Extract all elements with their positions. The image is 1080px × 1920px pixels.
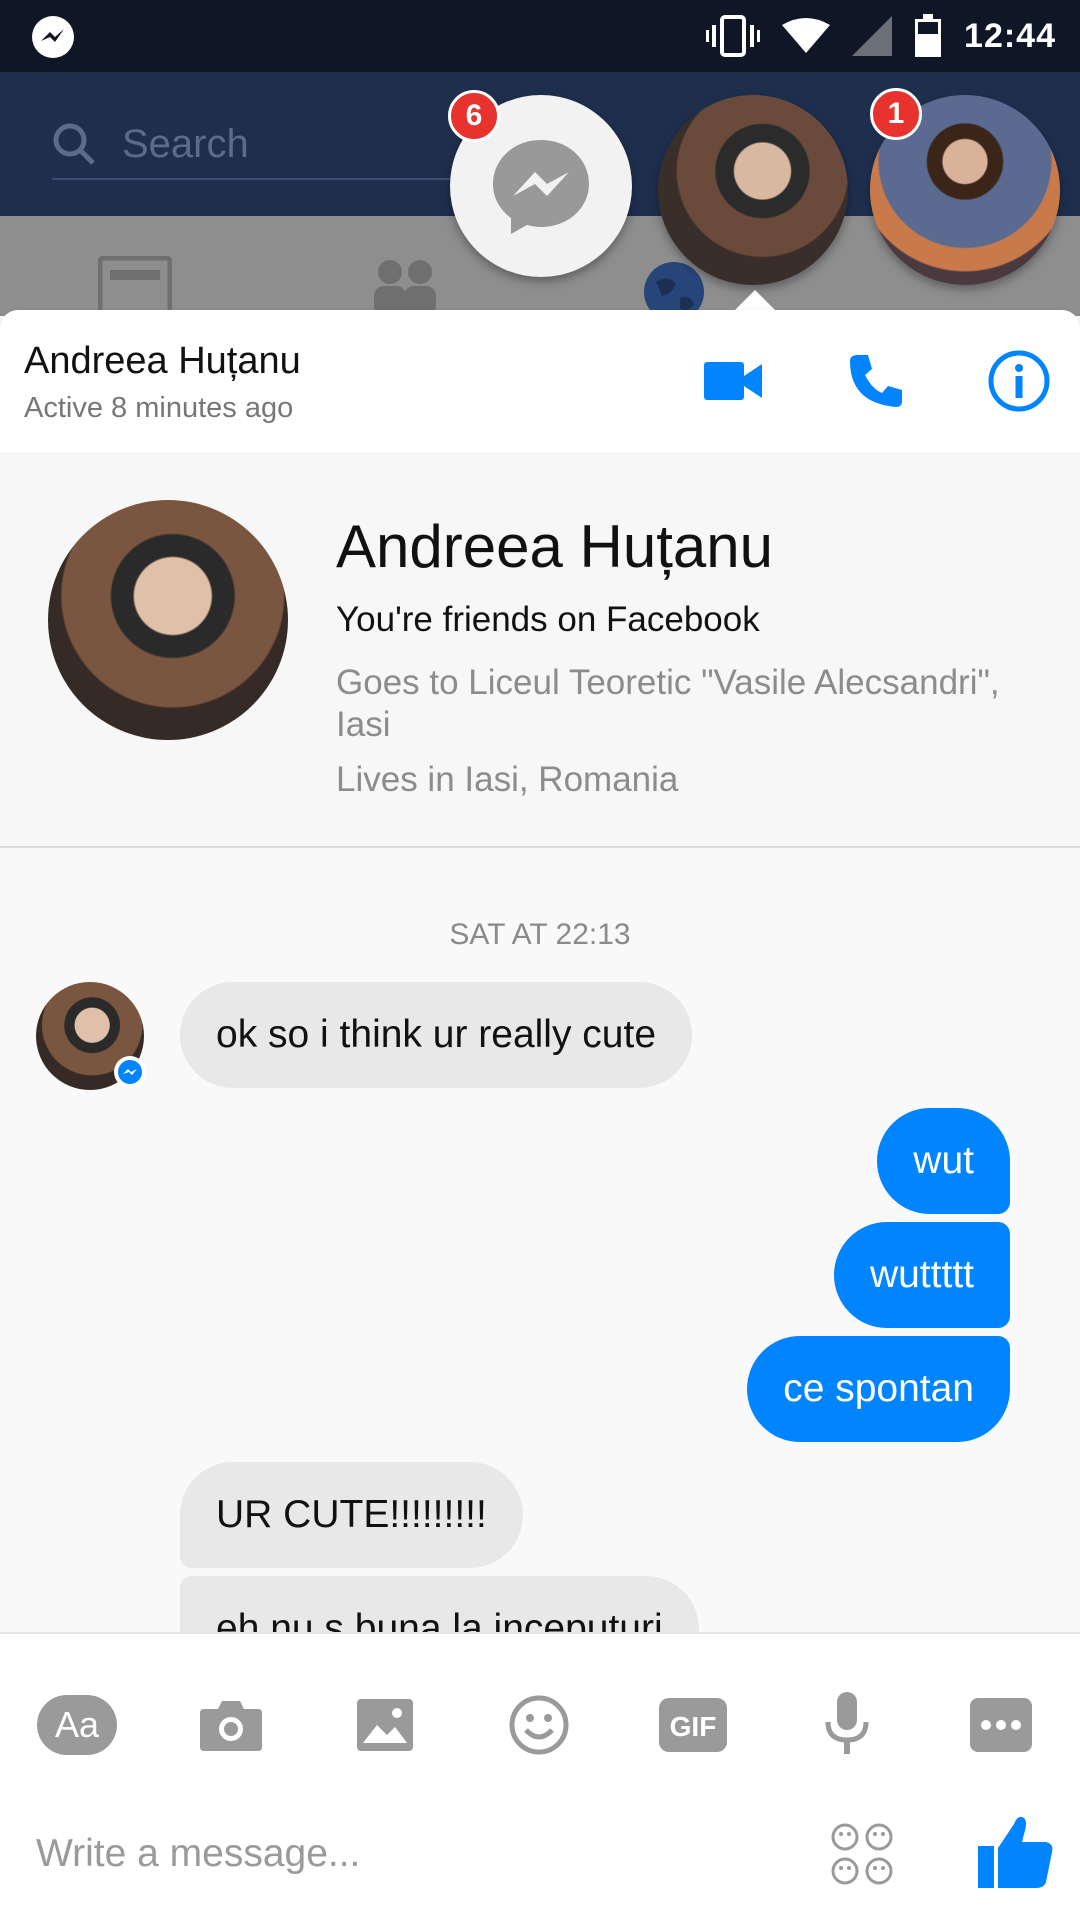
friendship-status: You're friends on Facebook — [336, 600, 760, 639]
message-bubble-outgoing[interactable]: wut — [877, 1108, 1010, 1214]
messenger-notification-icon — [32, 16, 74, 58]
message-composer: Aa GIF — [0, 1632, 1080, 1920]
message-bubble-incoming[interactable]: ok so i think ur really cute — [180, 982, 693, 1088]
video-call-icon[interactable] — [704, 360, 764, 402]
battery-icon — [915, 14, 942, 57]
message-bubble-outgoing[interactable]: wuttttt — [833, 1222, 1010, 1328]
more-options-button[interactable] — [946, 1670, 1056, 1780]
wifi-icon — [782, 18, 831, 53]
text-tool-label: Aa — [55, 1704, 100, 1745]
contact-name[interactable]: Andreea Huțanu — [24, 340, 301, 383]
voice-button[interactable] — [792, 1670, 902, 1780]
status-bar: 12:44 — [0, 0, 1080, 72]
profile-school: Goes to Liceul Teoretic "Vasile Alecsand… — [336, 663, 1000, 744]
clock: 12:44 — [964, 16, 1056, 55]
more-icon — [970, 1698, 1032, 1752]
camera-icon — [200, 1701, 262, 1751]
message-input-row — [36, 1804, 1053, 1904]
text-format-button[interactable]: Aa — [22, 1670, 132, 1780]
vibrate-icon — [706, 15, 761, 57]
active-chat-pointer — [735, 290, 775, 310]
messenger-unread-badge: 6 — [448, 90, 500, 142]
info-icon[interactable] — [988, 350, 1050, 412]
camera-button[interactable] — [176, 1670, 286, 1780]
message-bubble-incoming[interactable]: eh nu s buna la inceputuri — [180, 1576, 699, 1632]
gif-button[interactable]: GIF — [638, 1670, 748, 1780]
gif-label: GIF — [670, 1711, 717, 1742]
profile-name: Andreea Huțanu — [336, 513, 773, 580]
friends-icon[interactable] — [366, 256, 442, 316]
thumbs-up-icon[interactable] — [976, 1812, 1056, 1892]
sender-avatar[interactable] — [36, 982, 146, 1090]
messenger-badge-icon — [114, 1056, 146, 1088]
smiley-icon — [509, 1695, 569, 1755]
search-placeholder: Search — [122, 121, 249, 166]
image-icon — [357, 1699, 413, 1751]
background-search-bar[interactable]: Search — [52, 110, 472, 180]
emoji-button[interactable] — [484, 1670, 594, 1780]
message-bubble-outgoing[interactable]: ce spontan — [747, 1336, 1010, 1442]
profile-photo[interactable] — [48, 500, 288, 740]
gallery-button[interactable] — [330, 1670, 440, 1780]
message-bubble-incoming[interactable]: UR CUTE!!!!!!!!! — [180, 1462, 523, 1568]
profile-location: Lives in Iasi, Romania — [336, 760, 679, 799]
message-timestamp: SAT AT 22:13 — [449, 918, 631, 951]
message-input[interactable] — [36, 1804, 796, 1904]
composer-toolbar: Aa GIF — [0, 1670, 1080, 1780]
messenger-logo-icon — [493, 140, 589, 234]
message-thread[interactable]: SAT AT 22:13 ok so i think ur really cut… — [0, 848, 1080, 1632]
contact-unread-badge: 1 — [870, 88, 922, 140]
emoji-picker-icon[interactable] — [830, 1822, 894, 1886]
active-status: Active 8 minutes ago — [24, 392, 294, 424]
phone-call-icon[interactable] — [846, 351, 906, 411]
chat-head-andreea[interactable] — [658, 95, 848, 285]
news-feed-icon[interactable] — [98, 256, 172, 316]
search-icon — [53, 123, 95, 165]
contact-profile-card: Andreea Huțanu You're friends on Faceboo… — [0, 452, 1080, 848]
chat-header: Andreea Huțanu Active 8 minutes ago — [0, 310, 1080, 452]
cell-signal-icon — [852, 16, 893, 56]
microphone-icon — [825, 1692, 869, 1754]
